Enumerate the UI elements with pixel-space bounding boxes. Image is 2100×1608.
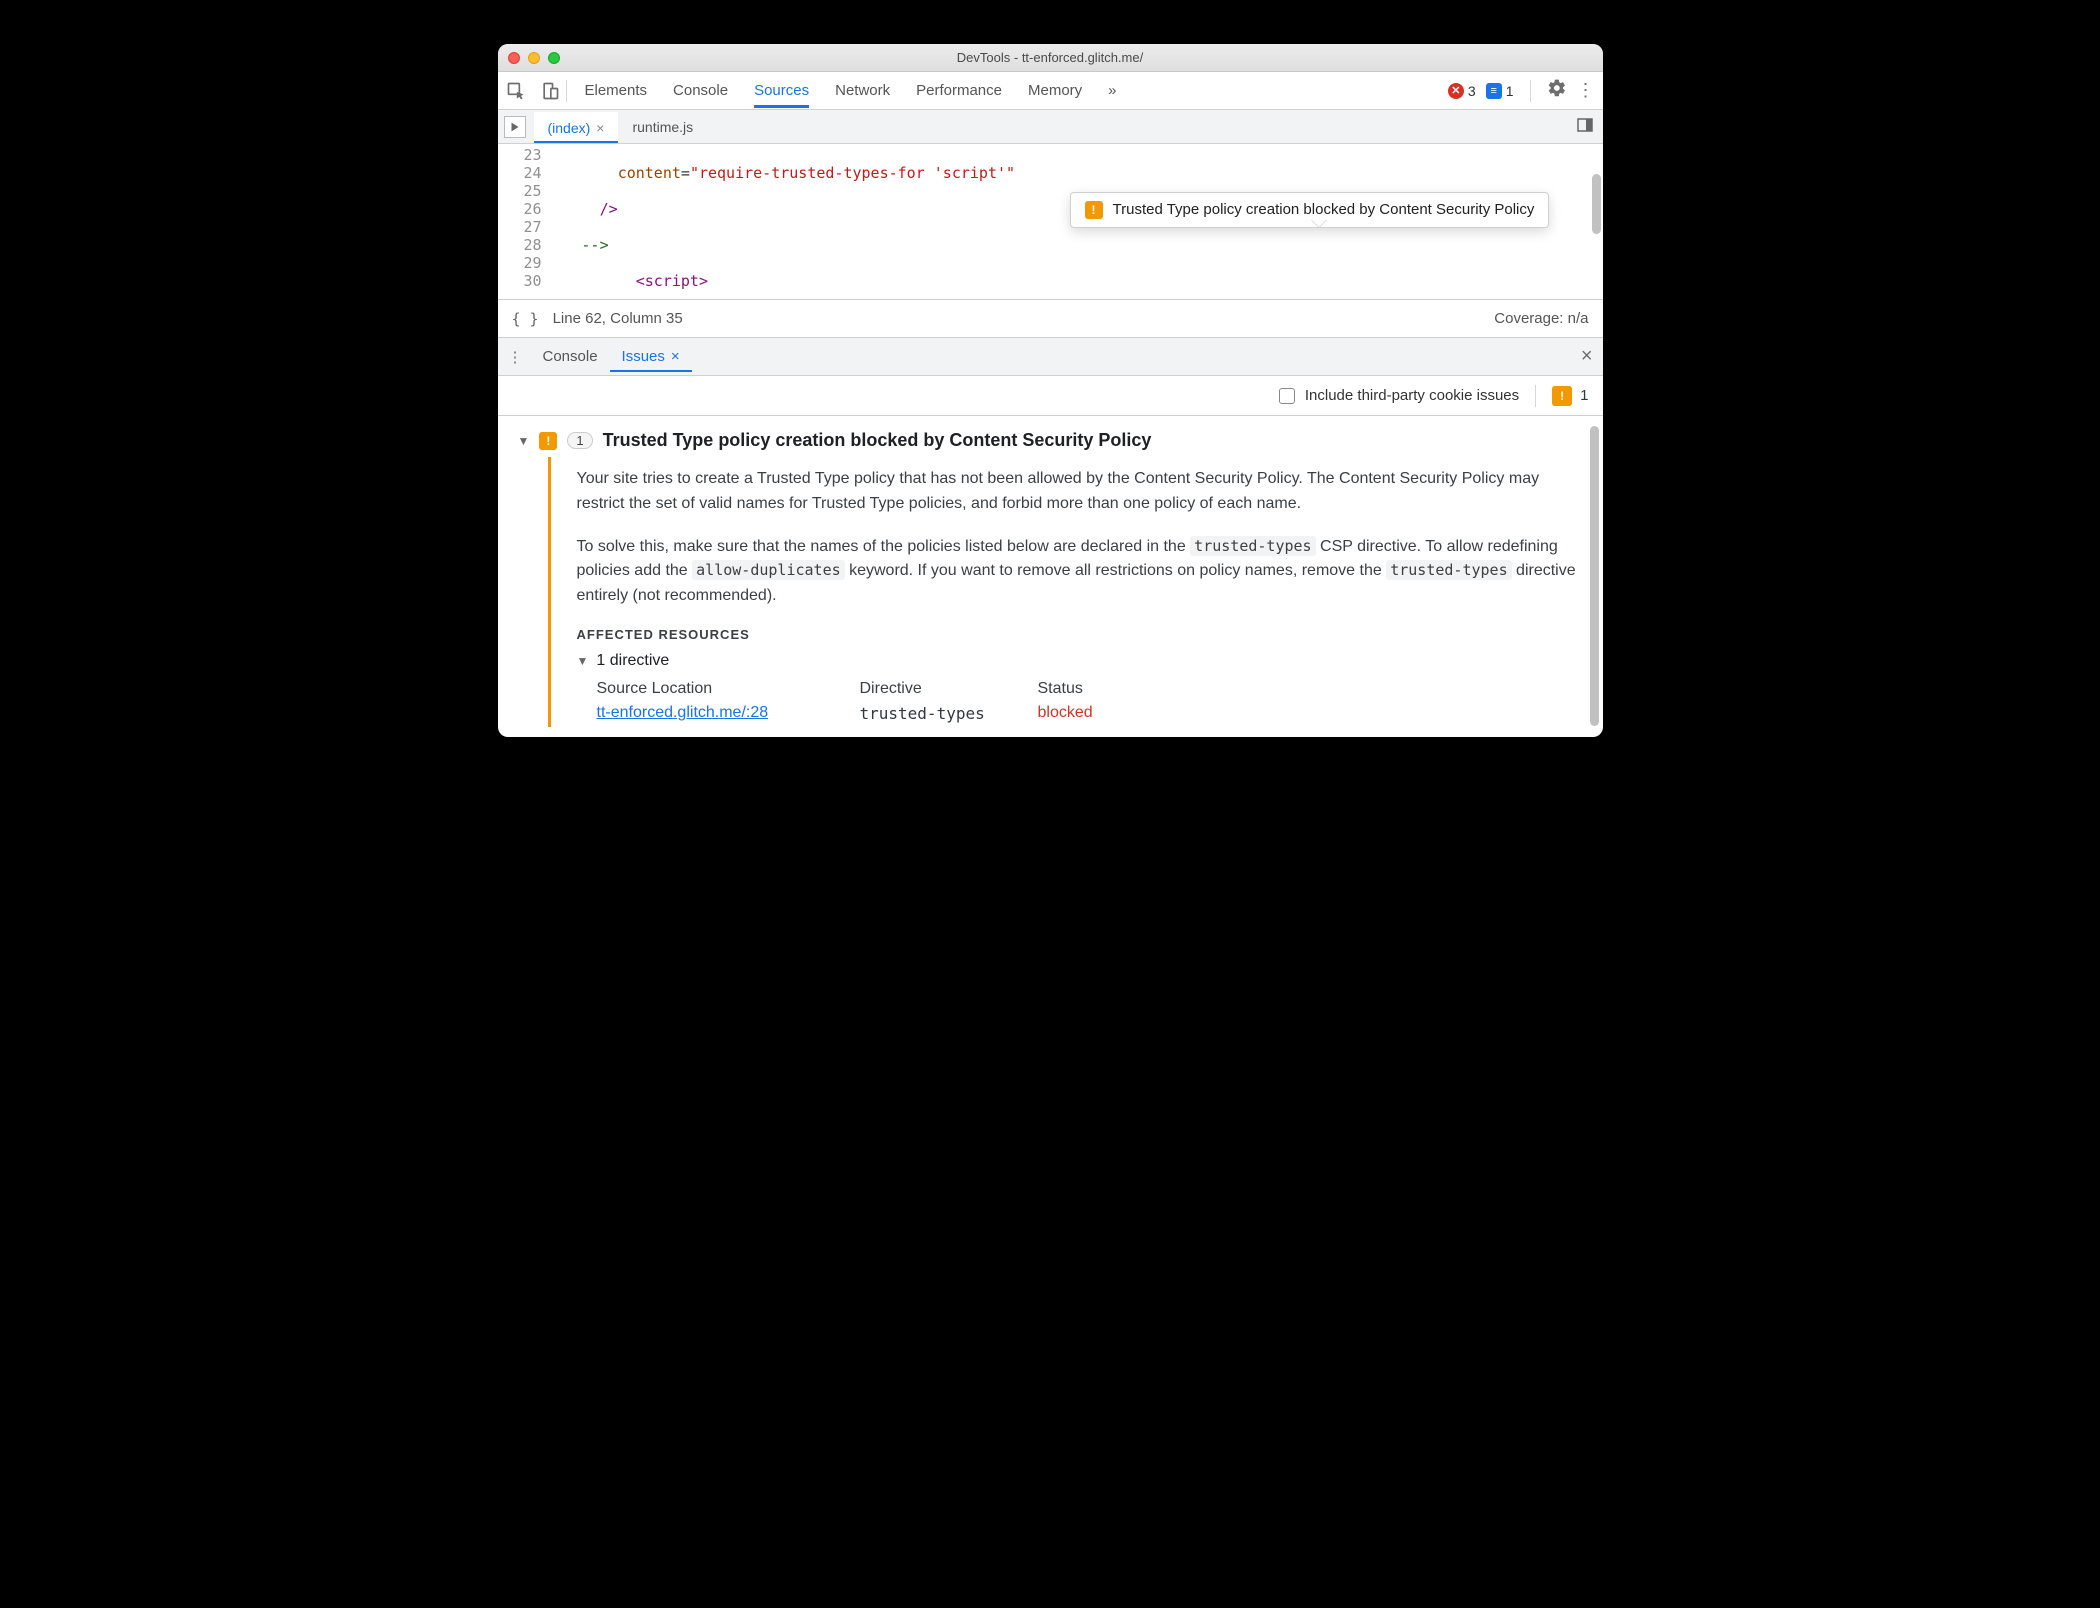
third-party-checkbox[interactable] [1279,388,1295,404]
tab-sources[interactable]: Sources [754,74,809,107]
coverage-status: Coverage: n/a [1494,310,1588,327]
error-icon: ✕ [1448,83,1464,99]
affected-resources-heading: AFFECTED RESOURCES [577,627,1583,642]
warning-icon: ! [1552,386,1572,406]
line-gutter: 232425 262728 2930 [498,144,550,299]
td-status: blocked [1038,704,1093,723]
td-source-link[interactable]: tt-enforced.glitch.me/:28 [597,704,822,723]
tab-network[interactable]: Network [835,74,890,107]
directive-summary: 1 directive [596,652,669,670]
error-counter[interactable]: ✕ 3 [1448,83,1476,99]
issues-scrollbar[interactable] [1590,426,1599,726]
drawer-tabstrip: ⋮ Console Issues × × [498,338,1603,376]
file-tab-label: (index) [548,120,591,136]
close-drawer-tab-icon[interactable]: × [671,348,680,365]
th-directive: Directive [860,680,1000,704]
close-drawer-icon[interactable]: × [1581,345,1593,368]
source-editor[interactable]: 232425 262728 2930 content="require-trus… [498,144,1603,300]
issue-content: Your site tries to create a Trusted Type… [548,457,1583,727]
message-counter[interactable]: ≡ 1 [1486,83,1514,99]
warning-icon: ! [1085,201,1103,219]
issues-panel: ▼ ! 1 Trusted Type policy creation block… [498,416,1603,737]
drawer-tab-issues[interactable]: Issues × [610,342,692,371]
drawer-menu-icon[interactable]: ⋮ [508,348,523,366]
td-directive: trusted-types [860,704,1000,723]
devtools-window: DevTools - tt-enforced.glitch.me/ Elemen… [498,44,1603,737]
issue-paragraph-2: To solve this, make sure that the names … [577,535,1583,609]
disclosure-triangle-icon[interactable]: ▼ [518,434,530,448]
directive-summary-row[interactable]: ▼ 1 directive [577,652,1583,670]
th-status: Status [1038,680,1083,704]
code-trusted-types-2: trusted-types [1386,560,1511,580]
show-navigator-icon[interactable] [504,116,526,138]
code-content: content="require-trusted-types-for 'scri… [550,144,1603,299]
issue-paragraph-1: Your site tries to create a Trusted Type… [577,467,1583,517]
tabs-overflow-button[interactable]: » [1108,74,1116,107]
tab-memory[interactable]: Memory [1028,74,1082,107]
issue-header[interactable]: ▼ ! 1 Trusted Type policy creation block… [518,430,1583,451]
file-tab-index[interactable]: (index) × [534,112,619,142]
file-tabstrip: (index) × runtime.js [498,110,1603,144]
issue-title: Trusted Type policy creation blocked by … [603,430,1152,451]
editor-scrollbar[interactable] [1589,144,1603,299]
error-count: 3 [1468,83,1476,99]
third-party-label[interactable]: Include third-party cookie issues [1305,387,1519,404]
affected-table: Source Location Directive Status tt-enfo… [597,680,1583,723]
inspect-element-icon[interactable] [506,81,526,101]
settings-gear-icon[interactable] [1547,78,1567,103]
disclosure-triangle-icon[interactable]: ▼ [577,654,589,668]
close-tab-icon[interactable]: × [596,120,604,136]
device-toolbar-icon[interactable] [540,81,560,101]
main-tabstrip: Elements Console Sources Network Perform… [498,72,1603,110]
code-allow-duplicates: allow-duplicates [692,560,845,580]
code-trusted-types: trusted-types [1190,536,1315,556]
main-tabs: Elements Console Sources Network Perform… [585,74,1117,107]
window-title: DevTools - tt-enforced.glitch.me/ [498,50,1603,65]
message-count: 1 [1506,83,1514,99]
file-tab-runtime[interactable]: runtime.js [618,113,707,141]
hide-debugger-icon[interactable] [1573,113,1597,141]
issue-count-pill: 1 [567,432,592,449]
pretty-print-icon[interactable]: { } [512,310,539,328]
issues-warning-counter[interactable]: ! 1 [1552,386,1588,406]
cursor-position: Line 62, Column 35 [553,310,683,327]
warning-icon: ! [539,432,557,450]
inline-issue-tooltip: ! Trusted Type policy creation blocked b… [1070,192,1550,228]
message-icon: ≡ [1486,83,1502,99]
drawer-tab-console[interactable]: Console [531,342,610,371]
editor-statusbar: { } Line 62, Column 35 Coverage: n/a [498,300,1603,338]
warning-count-value: 1 [1580,387,1588,404]
more-menu-icon[interactable]: ⋮ [1577,80,1595,101]
file-tab-label: runtime.js [632,119,693,135]
issues-toolbar: Include third-party cookie issues ! 1 [498,376,1603,416]
tab-console[interactable]: Console [673,74,728,107]
tooltip-text: Trusted Type policy creation blocked by … [1113,201,1535,219]
th-source-location: Source Location [597,680,822,704]
tab-performance[interactable]: Performance [916,74,1002,107]
window-titlebar: DevTools - tt-enforced.glitch.me/ [498,44,1603,72]
tab-elements[interactable]: Elements [585,74,648,107]
